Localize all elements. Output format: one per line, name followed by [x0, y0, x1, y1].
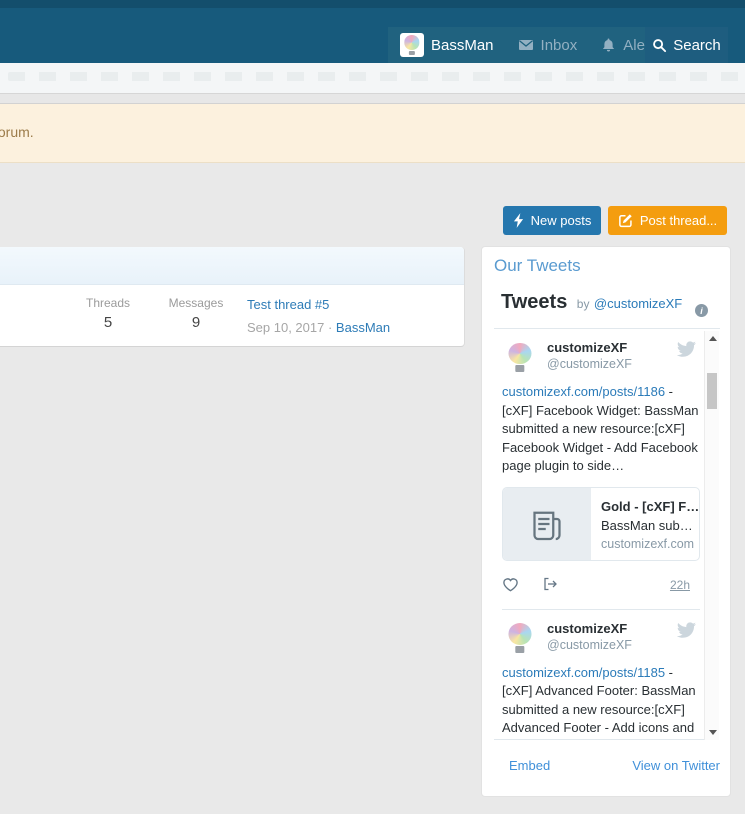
triangle-up-icon [709, 336, 717, 341]
twitter-bird-icon[interactable] [677, 341, 696, 362]
page: BassMan Inbox Alerts Search [0, 0, 745, 814]
tweet-author-handle: @customizeXF [547, 637, 632, 654]
scrollbar-thumb[interactable] [707, 373, 717, 409]
timeline-by-label: by [577, 297, 590, 311]
tweet-list: customizeXF @customizeXF customizexf.com… [494, 329, 704, 740]
newspaper-icon [527, 504, 567, 544]
tweet: customizeXF @customizeXF customizexf.com… [494, 610, 704, 741]
nav-inbox[interactable]: Inbox [518, 37, 578, 54]
tweet-author-name[interactable]: customizeXF [547, 339, 632, 356]
lightning-icon [513, 213, 524, 228]
link-card-thumbnail [503, 488, 591, 560]
tweet-avatar[interactable] [502, 620, 538, 656]
scroll-up-button[interactable] [705, 331, 720, 346]
link-card-title: Gold - [cXF] F… [601, 499, 691, 514]
new-posts-label: New posts [531, 213, 592, 228]
bell-icon [601, 37, 616, 53]
timeline-footer: Embed View on Twitter [494, 752, 720, 782]
timeline-scrollbar[interactable] [704, 331, 719, 740]
sub-navigation-strip [0, 63, 745, 93]
post-thread-label: Post thread... [640, 213, 717, 228]
search-tab[interactable]: Search [645, 27, 728, 63]
nav-inbox-label: Inbox [541, 37, 578, 54]
link-card-body: Gold - [cXF] F… BassMan sub… customizexf… [591, 488, 699, 560]
tweet-head: customizeXF @customizeXF [502, 620, 700, 656]
last-post-meta: Sep 10, 2017 · BassMan [247, 320, 390, 335]
twitter-timeline-header: Tweets by @customizeXF [501, 291, 713, 321]
notice-bar: forum. [0, 104, 745, 163]
last-thread-link[interactable]: Test thread #5 [247, 297, 329, 312]
link-card-domain: customizexf.com [601, 537, 691, 551]
timeline-title: Tweets [501, 291, 567, 313]
messages-value: 9 [160, 314, 232, 331]
last-post-author-link[interactable]: BassMan [336, 320, 390, 335]
link-preview-card[interactable]: Gold - [cXF] F… BassMan sub… customizexf… [502, 487, 700, 561]
twitter-bird-icon[interactable] [677, 622, 696, 643]
share-icon[interactable] [542, 576, 559, 597]
tweet-link[interactable]: customizexf.com/posts/1185 [502, 665, 665, 680]
tweet-head: customizeXF @customizeXF [502, 339, 700, 375]
compose-icon [618, 213, 633, 228]
new-posts-button[interactable]: New posts [503, 206, 601, 235]
tweet-link[interactable]: customizexf.com/posts/1186 [502, 384, 665, 399]
tweet-actions: 22h [502, 576, 700, 596]
visitor-tabs: BassMan Inbox Alerts [388, 27, 674, 63]
our-tweets-widget: Our Tweets Tweets by @customizeXF i cust… [481, 246, 731, 797]
tweet-timestamp[interactable]: 22h [670, 578, 690, 592]
envelope-icon [518, 37, 534, 53]
threads-value: 5 [75, 314, 141, 331]
tweet-avatar[interactable] [502, 339, 538, 375]
forum-node-block: Threads 5 Messages 9 Test thread #5 Sep … [0, 247, 465, 347]
info-icon[interactable]: i [695, 304, 708, 317]
like-icon[interactable] [502, 576, 519, 597]
tweet-author-handle: @customizeXF [547, 356, 632, 373]
search-label: Search [673, 37, 721, 54]
messages-stat: Messages 9 [160, 296, 232, 331]
forum-node-body: Threads 5 Messages 9 Test thread #5 Sep … [0, 285, 464, 345]
view-on-twitter-link[interactable]: View on Twitter [632, 758, 720, 773]
last-post-date: Sep 10, 2017 · [247, 320, 332, 335]
header-top-strip [0, 0, 745, 8]
tweet-author-name[interactable]: customizeXF [547, 620, 632, 637]
search-icon [652, 38, 667, 53]
user-name: BassMan [431, 37, 494, 54]
notice-text: forum. [0, 124, 34, 140]
last-post: Test thread #5 Sep 10, 2017 · BassMan [247, 296, 390, 335]
account-menu[interactable]: BassMan [400, 33, 494, 57]
embed-link[interactable]: Embed [509, 758, 550, 773]
timeline-account-link[interactable]: @customizeXF [594, 296, 682, 311]
widget-title: Our Tweets [494, 256, 581, 276]
tweet: customizeXF @customizeXF customizexf.com… [494, 329, 704, 610]
user-avatar[interactable] [400, 33, 424, 57]
forum-node-header [0, 247, 464, 285]
scroll-down-button[interactable] [705, 725, 720, 740]
tweet-text: customizexf.com/posts/1185 - [cXF] Advan… [502, 664, 700, 741]
tweet-text: customizexf.com/posts/1186 - [cXF] Faceb… [502, 383, 700, 476]
header: BassMan Inbox Alerts Search [0, 0, 745, 63]
threads-stat: Threads 5 [75, 296, 141, 331]
triangle-down-icon [709, 730, 717, 735]
post-thread-button[interactable]: Post thread... [608, 206, 727, 235]
threads-label: Threads [75, 296, 141, 310]
messages-label: Messages [160, 296, 232, 310]
link-card-description: BassMan sub… [601, 518, 691, 533]
divider-band [0, 93, 745, 104]
